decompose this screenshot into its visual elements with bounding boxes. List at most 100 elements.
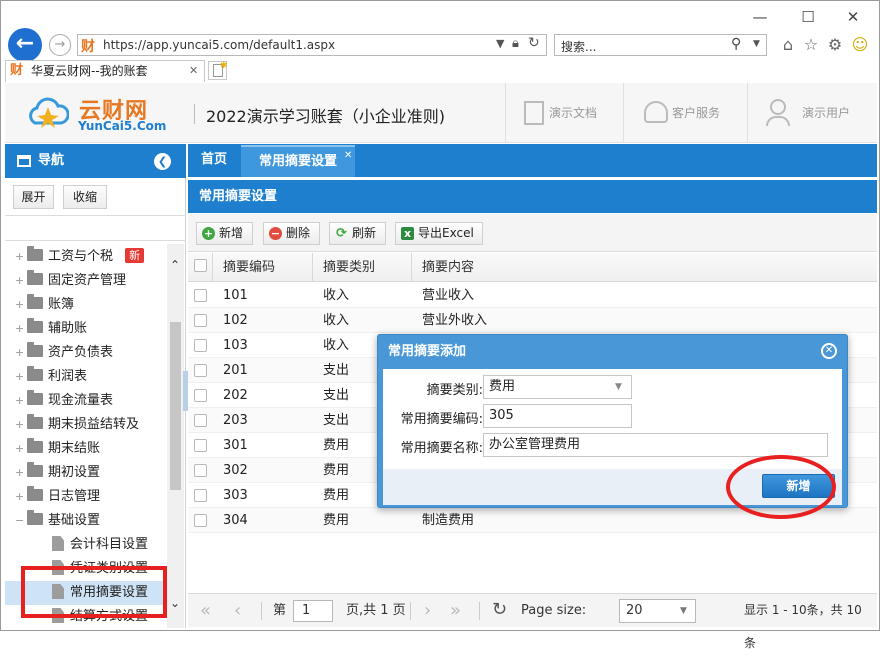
sidebar-item-10[interactable]: + 期初设置 [5, 461, 165, 485]
tree-toggle-icon[interactable]: + [15, 269, 24, 293]
sidebar-item-3[interactable]: + 账簿 [5, 293, 165, 317]
page-number-input[interactable]: 1 [293, 600, 333, 622]
dropdown-icon[interactable]: ▼ [496, 37, 504, 50]
row-checkbox[interactable] [194, 489, 207, 502]
collapse-sidebar-icon[interactable]: ❮ [154, 153, 171, 170]
sidebar-scrollbar[interactable]: ⌃ ⌄ [167, 244, 184, 628]
new-tab-icon: ✱ [220, 61, 228, 71]
forward-icon[interactable]: → [49, 34, 71, 56]
row-checkbox[interactable] [194, 514, 207, 527]
last-page-icon[interactable]: » [450, 594, 461, 627]
collapse-button[interactable]: 收缩 [63, 185, 107, 209]
row-checkbox[interactable] [194, 414, 207, 427]
excel-icon: x [401, 227, 414, 240]
refresh-button[interactable]: ⟳ 刷新 [329, 222, 386, 245]
sidebar-item-12[interactable]: − 基础设置 [5, 509, 165, 533]
sidebar-item-8[interactable]: + 期末损益结转及 [5, 413, 165, 437]
demo-user-button[interactable]: 演示用户 [747, 83, 877, 143]
next-page-icon[interactable]: › [424, 594, 431, 627]
category-select[interactable]: 费用 ▼ [483, 375, 632, 399]
tree-toggle-icon[interactable]: − [15, 509, 24, 533]
minimize-icon[interactable]: — [746, 7, 774, 27]
col-category[interactable]: 摘要类别 [313, 253, 412, 282]
demo-docs-button[interactable]: 演示文档 [505, 83, 623, 143]
sidebar-item-2[interactable]: + 固定资产管理 [5, 269, 165, 293]
export-excel-button[interactable]: x 导出Excel [395, 222, 483, 245]
sidebar-item-6[interactable]: + 利润表 [5, 365, 165, 389]
annotation-circle [726, 455, 836, 519]
maximize-icon[interactable]: ☐ [794, 7, 822, 27]
add-button[interactable]: + 新增 [196, 222, 253, 245]
home-icon[interactable]: ⌂ [778, 35, 798, 55]
search-dropdown-icon[interactable]: ▼ [753, 39, 760, 49]
tree-toggle-icon[interactable]: + [15, 413, 24, 437]
row-checkbox[interactable] [194, 339, 207, 352]
page-size-select[interactable]: 20 ▼ [619, 599, 696, 623]
sidebar-item-7[interactable]: + 现金流量表 [5, 389, 165, 413]
settings-gear-icon[interactable]: ⚙ [825, 35, 845, 55]
folder-icon [27, 462, 43, 477]
name-input[interactable]: 办公室管理费用 [483, 433, 828, 457]
col-content[interactable]: 摘要内容 [412, 253, 877, 282]
expand-button[interactable]: 展开 [13, 185, 54, 209]
delete-button[interactable]: − 删除 [263, 222, 320, 245]
row-checkbox[interactable] [194, 464, 207, 477]
sidebar-item-4[interactable]: + 辅助账 [5, 317, 165, 341]
tab-summary-settings[interactable]: 常用摘要设置 ✕ [241, 145, 355, 177]
scroll-up-icon[interactable]: ⌃ [170, 258, 180, 272]
tab-home[interactable]: 首页 [188, 145, 240, 177]
tree-toggle-icon[interactable]: + [15, 461, 24, 485]
refresh-page-icon[interactable]: ↻ [528, 35, 540, 51]
new-tab-button[interactable]: ✱ [208, 61, 228, 80]
tree-toggle-icon[interactable]: + [15, 485, 24, 509]
row-checkbox[interactable] [194, 439, 207, 452]
tree-toggle-icon[interactable]: + [15, 293, 24, 317]
tree-toggle-icon[interactable]: + [15, 317, 24, 341]
table-row[interactable]: 102 收入 营业外收入 [188, 308, 877, 333]
sidebar-item-13[interactable]: 会计科目设置 [5, 533, 165, 557]
tab-close-icon[interactable]: ✕ [344, 141, 352, 171]
search-placeholder[interactable]: 搜索... [561, 38, 596, 55]
code-input[interactable]: 305 [483, 404, 632, 428]
cell-code: 302 [223, 463, 248, 478]
row-checkbox[interactable] [194, 364, 207, 377]
tree-toggle-icon[interactable]: + [15, 365, 24, 389]
dialog-close-icon[interactable]: ✕ [821, 343, 837, 359]
sidebar-item-11[interactable]: + 日志管理 [5, 485, 165, 509]
tree-toggle-icon[interactable]: + [15, 437, 24, 461]
col-code[interactable]: 摘要编码 [213, 253, 313, 282]
smiley-feedback-icon[interactable]: ☺ [850, 35, 870, 55]
tab-close-icon[interactable]: ✕ [189, 61, 198, 81]
sidebar-item-9[interactable]: + 期末结账 [5, 437, 165, 461]
scroll-down-icon[interactable]: ⌄ [170, 596, 180, 610]
address-bar[interactable]: 财 https://app.yuncai5.com/default1.aspx … [77, 34, 547, 56]
tree-toggle-icon[interactable]: + [15, 245, 24, 269]
customer-service-button[interactable]: 客户服务 [623, 83, 747, 143]
cell-content: 制造费用 [422, 513, 475, 528]
row-checkbox[interactable] [194, 389, 207, 402]
table-row[interactable]: 101 收入 营业收入 [188, 283, 877, 308]
lock-icon: 🔒︎ [512, 36, 519, 51]
tree-toggle-icon[interactable]: + [15, 341, 24, 365]
browser-search[interactable]: 搜索... ⚲ ▼ [554, 34, 767, 56]
sidebar-item-5[interactable]: + 资产负债表 [5, 341, 165, 365]
close-window-icon[interactable]: ✕ [839, 7, 867, 27]
chevron-down-icon: ▼ [680, 606, 687, 616]
favorites-star-icon[interactable]: ☆ [801, 35, 821, 55]
url-text[interactable]: https://app.yuncai5.com/default1.aspx [103, 38, 335, 52]
folder-icon [27, 270, 43, 285]
pager-summary: 显示 1 - 10条，共 10 条 [744, 603, 862, 650]
tree-toggle-icon[interactable]: + [15, 389, 24, 413]
scroll-thumb[interactable] [170, 322, 181, 490]
first-page-icon[interactable]: « [200, 594, 211, 627]
page-prefix: 第 [273, 603, 287, 618]
browser-tab[interactable]: 财 华夏云财网--我的账套 ✕ [5, 60, 205, 82]
back-icon[interactable]: ← [8, 28, 42, 62]
row-checkbox[interactable] [194, 289, 207, 302]
reload-icon[interactable]: ↻ [492, 593, 507, 626]
row-checkbox[interactable] [194, 314, 207, 327]
select-all-checkbox[interactable] [194, 259, 207, 272]
sidebar-item-1[interactable]: + 工资与个税 新 [5, 245, 165, 269]
search-icon[interactable]: ⚲ [731, 36, 741, 52]
prev-page-icon[interactable]: ‹ [234, 594, 241, 627]
